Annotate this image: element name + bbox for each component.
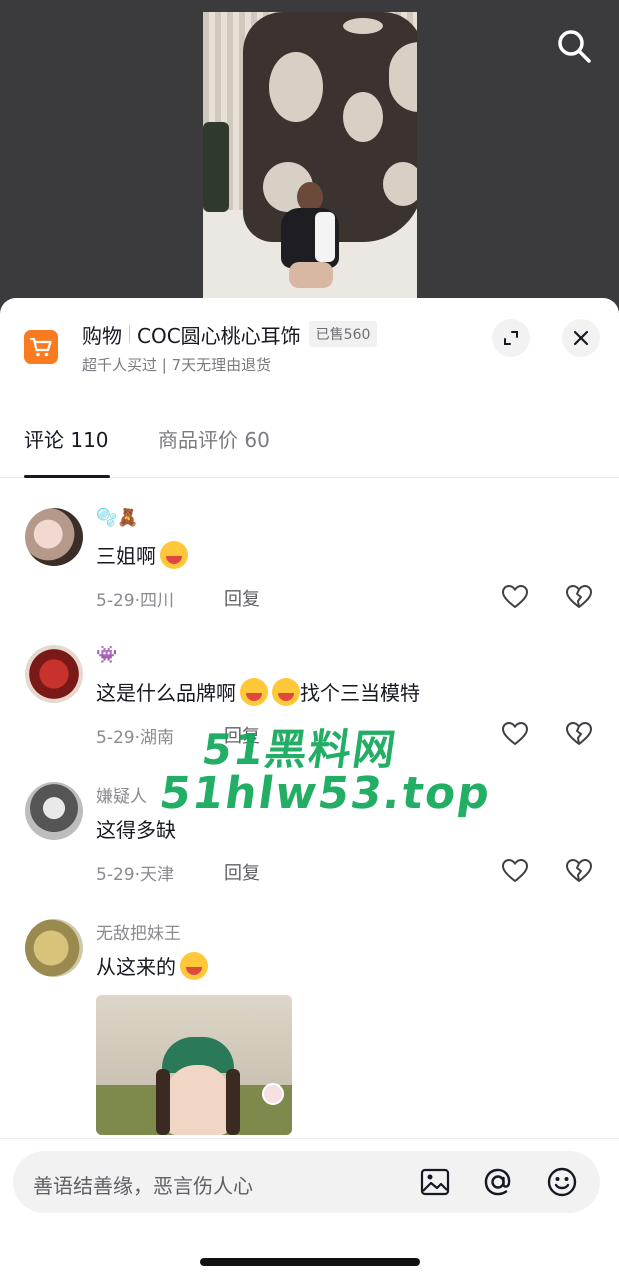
username[interactable]: 👾 [96, 645, 117, 665]
comment-body: 从这来的 [96, 955, 176, 979]
avatar[interactable] [25, 508, 83, 566]
heart-icon[interactable] [500, 582, 530, 612]
username[interactable]: 无敌把妹王 [96, 919, 181, 944]
emoji-icon[interactable] [544, 1164, 580, 1200]
crying-emoji-icon [180, 951, 208, 980]
expand-icon [504, 331, 518, 345]
product-name[interactable]: COC圆心桃心耳饰 [137, 320, 301, 349]
laugh-emoji-icon [240, 677, 268, 706]
username[interactable]: 🫧🧸 [96, 508, 138, 528]
tab-bar: 评论 110 商品评价 60 [0, 410, 619, 478]
comment-text: 这是什么品牌啊 找个三当模特 [96, 677, 420, 706]
close-icon [573, 330, 589, 346]
product-bar[interactable]: 购物 COC圆心桃心耳饰 已售560 超千人买过 | 7天无理由退货 [0, 298, 619, 388]
reply-button[interactable]: 回复 [224, 859, 260, 885]
avatar[interactable] [25, 782, 83, 840]
laugh-emoji-icon [272, 677, 300, 706]
comment-date: 5-29 [96, 728, 135, 748]
close-button[interactable] [562, 319, 600, 357]
video-area[interactable] [0, 0, 619, 320]
comment-meta: 5-29·四川 [96, 591, 174, 611]
product-subtitle: 超千人买过 | 7天无理由退货 [82, 356, 272, 374]
search-icon[interactable] [552, 24, 596, 68]
input-placeholder: 善语结善缘，恶言伤人心 [33, 1174, 253, 1198]
product-category: 购物 [82, 323, 122, 348]
image-icon[interactable] [417, 1164, 453, 1200]
comment-date: 5-29 [96, 865, 135, 885]
heart-icon[interactable] [500, 856, 530, 886]
broken-heart-icon[interactable] [564, 582, 594, 612]
comment-meta: 5-29·天津 [96, 865, 174, 885]
comment-location: 四川 [140, 591, 174, 611]
active-tab-indicator [24, 475, 110, 478]
avatar[interactable] [25, 919, 83, 977]
product-title-line: 购物 COC圆心桃心耳饰 已售560 [82, 320, 378, 349]
plant [203, 122, 229, 212]
shopping-cart-icon [24, 330, 58, 364]
comment-location: 天津 [140, 865, 174, 885]
expand-button[interactable] [492, 319, 530, 357]
comment-image[interactable] [96, 995, 292, 1135]
comment-sheet: 购物 COC圆心桃心耳饰 已售560 超千人买过 | 7天无理由退货 评论 11… [0, 298, 619, 1280]
model-figure [275, 182, 345, 292]
comment-date: 5-29 [96, 591, 135, 611]
comment-input[interactable]: 善语结善缘，恶言伤人心 [13, 1151, 600, 1213]
comment-text: 三姐啊 [96, 540, 188, 569]
sold-badge: 已售560 [308, 321, 378, 347]
laugh-cry-emoji-icon [160, 540, 188, 569]
heart-icon[interactable] [500, 719, 530, 749]
comment-location: 湖南 [140, 728, 174, 748]
mention-icon[interactable] [480, 1164, 516, 1200]
comment-meta: 5-29·湖南 [96, 728, 174, 748]
tab-comments[interactable]: 评论 110 [24, 424, 109, 453]
broken-heart-icon[interactable] [564, 856, 594, 886]
comment-text: 从这来的 [96, 951, 208, 980]
comment-body: 这是什么品牌啊 [96, 681, 236, 705]
username[interactable]: 嫌疑人 [96, 782, 147, 807]
video-frame[interactable] [203, 12, 417, 312]
avatar[interactable] [25, 645, 83, 703]
reply-button[interactable]: 回复 [224, 585, 260, 611]
comment-body-continued: 找个三当模特 [300, 681, 420, 705]
watermark-url: 51hlw53.top [156, 768, 495, 819]
divider [129, 325, 130, 343]
comment-body: 三姐啊 [96, 544, 156, 568]
home-indicator [200, 1258, 420, 1266]
broken-heart-icon[interactable] [564, 719, 594, 749]
tab-product-reviews[interactable]: 商品评价 60 [158, 424, 270, 453]
